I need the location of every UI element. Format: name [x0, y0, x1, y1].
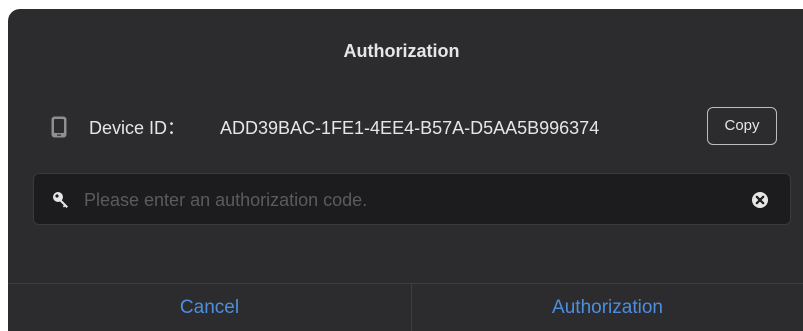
device-id-value: ADD39BAC-1FE1-4EE4-B57A-D5AA5B996374	[220, 118, 600, 138]
key-icon	[52, 191, 70, 209]
authorization-button[interactable]: Authorization	[412, 284, 803, 331]
device-id-row: Device ID： ADD39BAC-1FE1-4EE4-B57A-D5AA5…	[51, 107, 791, 147]
authorization-code-input[interactable]	[84, 186, 724, 214]
authorization-code-field	[33, 173, 791, 225]
cancel-button[interactable]: Cancel	[8, 284, 411, 331]
authorization-dialog: Authorization Device ID： ADD39BAC-1FE1-4…	[8, 9, 803, 331]
device-id-label: Device ID：	[89, 118, 186, 138]
clear-icon[interactable]	[750, 190, 770, 210]
dialog-title: Authorization	[343, 41, 460, 61]
phone-icon	[51, 116, 67, 138]
copy-button[interactable]: Copy	[707, 107, 777, 145]
